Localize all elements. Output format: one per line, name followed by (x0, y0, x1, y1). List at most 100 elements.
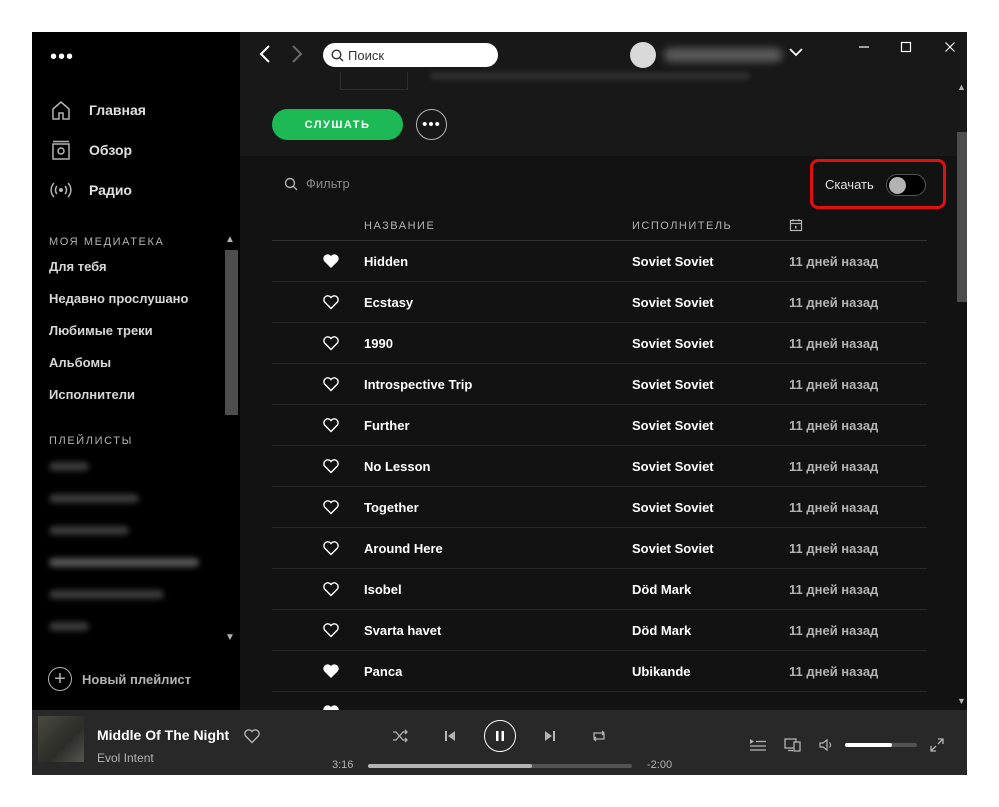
table-row[interactable]: Panca Ubikande 11 дней назад (272, 651, 927, 692)
fullscreen-button[interactable] (928, 736, 946, 754)
avatar[interactable] (630, 42, 656, 68)
table-row[interactable]: Further Soviet Soviet 11 дней назад (272, 405, 927, 446)
table-row[interactable]: Around Here Soviet Soviet 11 дней назад (272, 528, 927, 569)
track-artist[interactable]: Soviet Soviet (632, 336, 714, 351)
progress-bar[interactable] (368, 764, 632, 768)
now-playing-title[interactable]: Middle Of The Night (97, 727, 229, 743)
search-input[interactable]: Поиск (323, 43, 498, 67)
heart-outline-icon[interactable] (243, 727, 261, 745)
heart-outline-icon[interactable] (322, 334, 340, 352)
blurred-playlist[interactable] (49, 526, 129, 535)
pause-button[interactable] (484, 720, 516, 752)
table-row-partial[interactable] (272, 692, 927, 710)
heart-outline-icon[interactable] (322, 457, 340, 475)
sidebar-item-albums[interactable]: Альбомы (49, 355, 111, 370)
album-cover[interactable] (38, 716, 84, 762)
forward-button[interactable] (287, 44, 307, 66)
sidebar-scrollbar[interactable] (225, 250, 238, 415)
sidebar-item-for-you[interactable]: Для тебя (49, 259, 107, 274)
track-title[interactable]: Together (364, 500, 419, 515)
column-header-artist[interactable]: ИСПОЛНИТЕЛЬ (632, 220, 732, 232)
heart-outline-icon[interactable] (322, 498, 340, 516)
app-menu-button[interactable]: ••• (50, 47, 74, 67)
track-title[interactable]: Around Here (364, 541, 443, 556)
track-title[interactable]: Isobel (364, 582, 402, 597)
table-row[interactable]: 1990 Soviet Soviet 11 дней назад (272, 323, 927, 364)
blurred-playlist[interactable] (49, 622, 89, 631)
chevron-down-icon (789, 48, 803, 57)
heart-outline-icon[interactable] (322, 621, 340, 639)
track-title[interactable]: Hidden (364, 254, 408, 269)
table-row[interactable]: Introspective Trip Soviet Soviet 11 дней н… (272, 364, 927, 405)
table-row[interactable]: Ecstasy Soviet Soviet 11 дней назад (272, 282, 927, 323)
blurred-playlist[interactable] (49, 558, 199, 567)
filter-input[interactable]: Фильтр (284, 176, 350, 191)
heart-outline-icon[interactable] (322, 293, 340, 311)
track-artist[interactable]: Död Mark (632, 582, 691, 597)
sidebar-item-home[interactable]: Главная (48, 98, 146, 122)
scroll-down-icon[interactable]: ▼ (225, 632, 235, 643)
queue-button[interactable] (749, 736, 767, 754)
more-options-button[interactable]: ••• (416, 109, 447, 140)
devices-button[interactable] (783, 736, 803, 754)
shuffle-button[interactable] (391, 727, 409, 745)
heart-filled-icon[interactable] (322, 662, 340, 680)
track-title[interactable]: Svarta havet (364, 623, 441, 638)
track-artist[interactable]: Soviet Soviet (632, 295, 714, 310)
sidebar-item-recently-played[interactable]: Недавно прослушано (49, 291, 188, 306)
track-title[interactable]: Panca (364, 664, 402, 679)
sidebar-item-liked-songs[interactable]: Любимые треки (49, 323, 153, 338)
table-row[interactable]: Hidden Soviet Soviet 11 дней назад (272, 241, 927, 282)
repeat-button[interactable] (590, 727, 608, 745)
scroll-up-icon[interactable]: ▲ (957, 82, 966, 92)
track-artist[interactable]: Soviet Soviet (632, 254, 714, 269)
track-title[interactable]: Introspective Trip (364, 377, 472, 392)
blurred-playlist[interactable] (49, 494, 139, 503)
play-button[interactable]: СЛУШАТЬ (272, 109, 403, 140)
volume-button[interactable] (818, 736, 836, 754)
table-row[interactable]: No Lesson Soviet Soviet 11 дней назад (272, 446, 927, 487)
track-title[interactable]: No Lesson (364, 459, 430, 474)
heart-filled-icon[interactable] (322, 252, 340, 270)
track-artist[interactable]: Soviet Soviet (632, 459, 714, 474)
close-button[interactable] (936, 36, 964, 58)
column-header-title[interactable]: НАЗВАНИЕ (364, 220, 435, 232)
track-title[interactable]: 1990 (364, 336, 393, 351)
track-artist[interactable]: Soviet Soviet (632, 377, 714, 392)
now-playing-artist[interactable]: Evol Intent (97, 751, 154, 765)
scroll-up-icon[interactable]: ▲ (225, 234, 235, 245)
sidebar-item-radio[interactable]: Радио (48, 178, 132, 202)
heart-outline-icon[interactable] (322, 539, 340, 557)
minimize-button[interactable] (850, 36, 878, 58)
scroll-down-icon[interactable]: ▼ (957, 696, 966, 706)
blurred-playlist[interactable] (49, 462, 89, 471)
blurred-playlist[interactable] (49, 590, 164, 599)
table-row[interactable]: Together Soviet Soviet 11 дней назад (272, 487, 927, 528)
download-toggle[interactable] (886, 174, 926, 196)
track-title[interactable]: Further (364, 418, 410, 433)
new-playlist-button[interactable]: + Новый плейлист (48, 666, 191, 692)
main-scrollbar[interactable] (957, 132, 967, 302)
track-artist[interactable]: Soviet Soviet (632, 418, 714, 433)
table-row[interactable]: Isobel Död Mark 11 дней назад (272, 569, 927, 610)
sidebar-item-browse[interactable]: Обзор (48, 138, 132, 162)
heart-outline-icon[interactable] (322, 580, 340, 598)
column-header-date[interactable] (789, 218, 803, 235)
heart-outline-icon[interactable] (322, 416, 340, 434)
track-artist[interactable]: Död Mark (632, 623, 691, 638)
sidebar-item-artists[interactable]: Исполнители (49, 387, 135, 402)
username-blurred[interactable] (664, 48, 782, 62)
track-artist[interactable]: Ubikande (632, 664, 691, 679)
table-row[interactable]: Svarta havet Död Mark 11 дней назад (272, 610, 927, 651)
volume-slider[interactable] (845, 743, 917, 747)
next-button[interactable] (541, 727, 559, 745)
track-title[interactable]: Ecstasy (364, 295, 413, 310)
track-artist[interactable]: Soviet Soviet (632, 500, 714, 515)
previous-button[interactable] (441, 727, 459, 745)
maximize-button[interactable] (892, 36, 920, 58)
heart-outline-icon[interactable] (322, 375, 340, 393)
user-menu-button[interactable] (788, 44, 804, 65)
back-button[interactable] (255, 44, 275, 66)
heart-filled-icon[interactable] (322, 703, 340, 710)
track-artist[interactable]: Soviet Soviet (632, 541, 714, 556)
